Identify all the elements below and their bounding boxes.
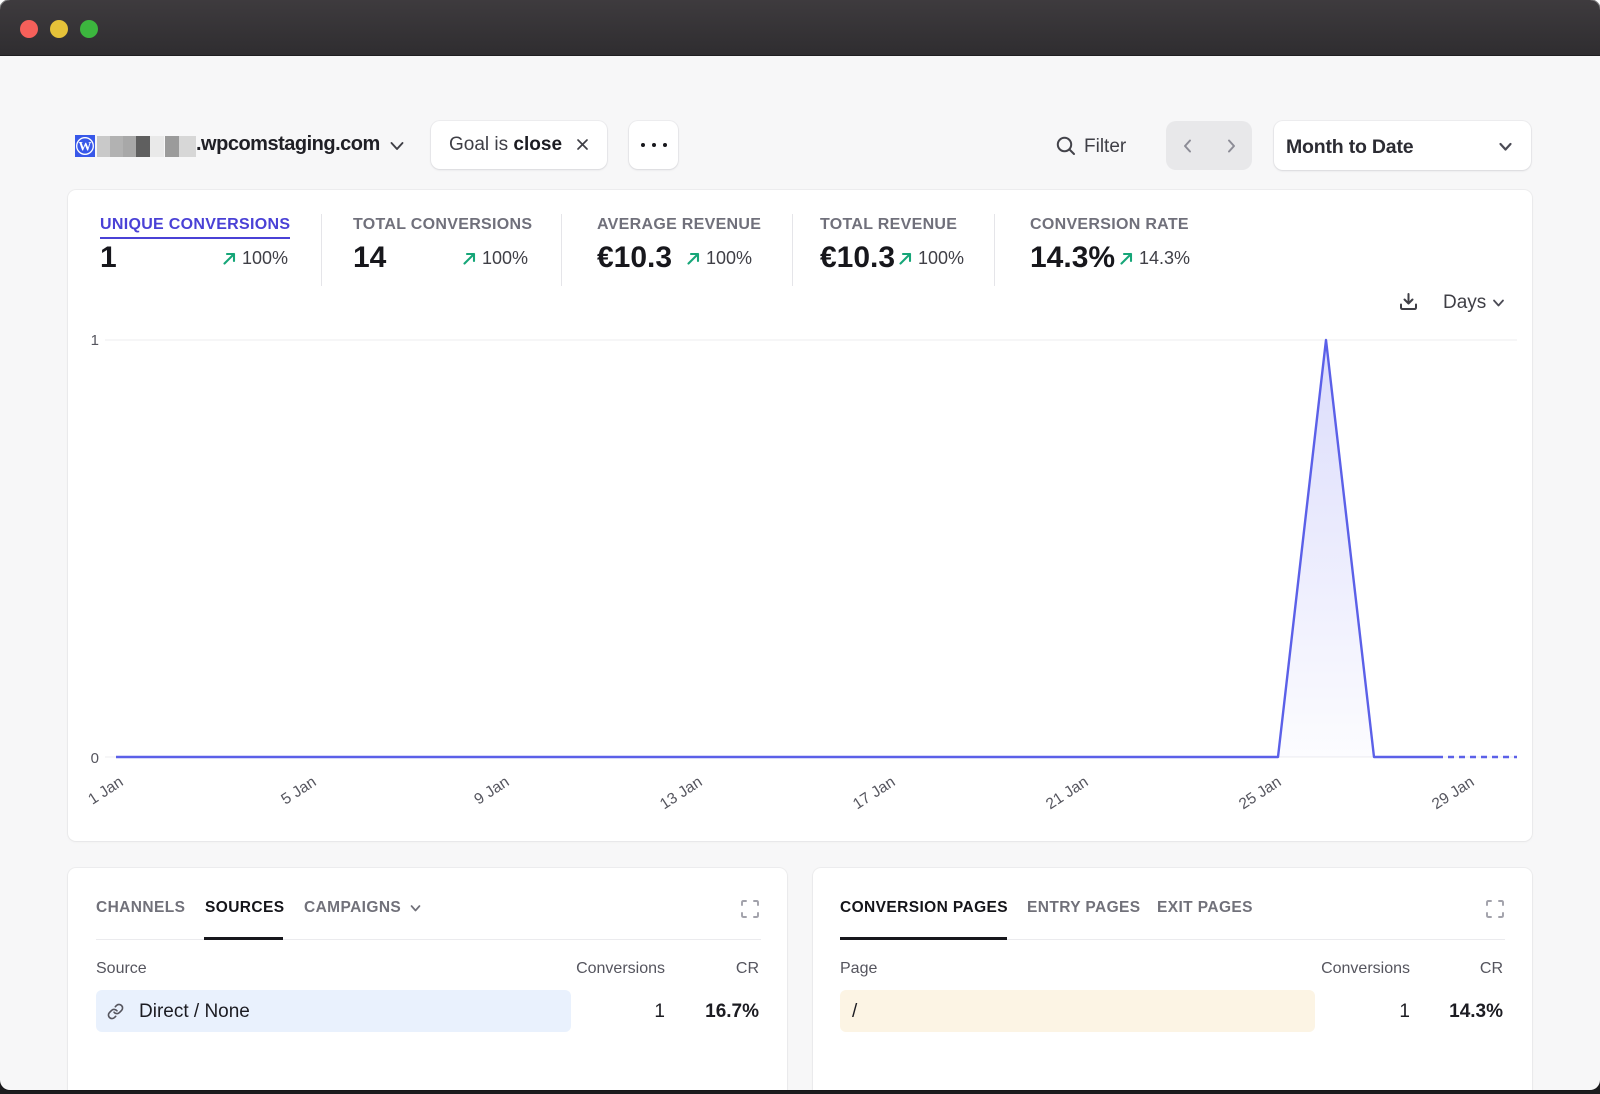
svg-text:1: 1 [91,332,99,349]
svg-text:0: 0 [91,750,99,767]
svg-text:W: W [79,139,92,154]
